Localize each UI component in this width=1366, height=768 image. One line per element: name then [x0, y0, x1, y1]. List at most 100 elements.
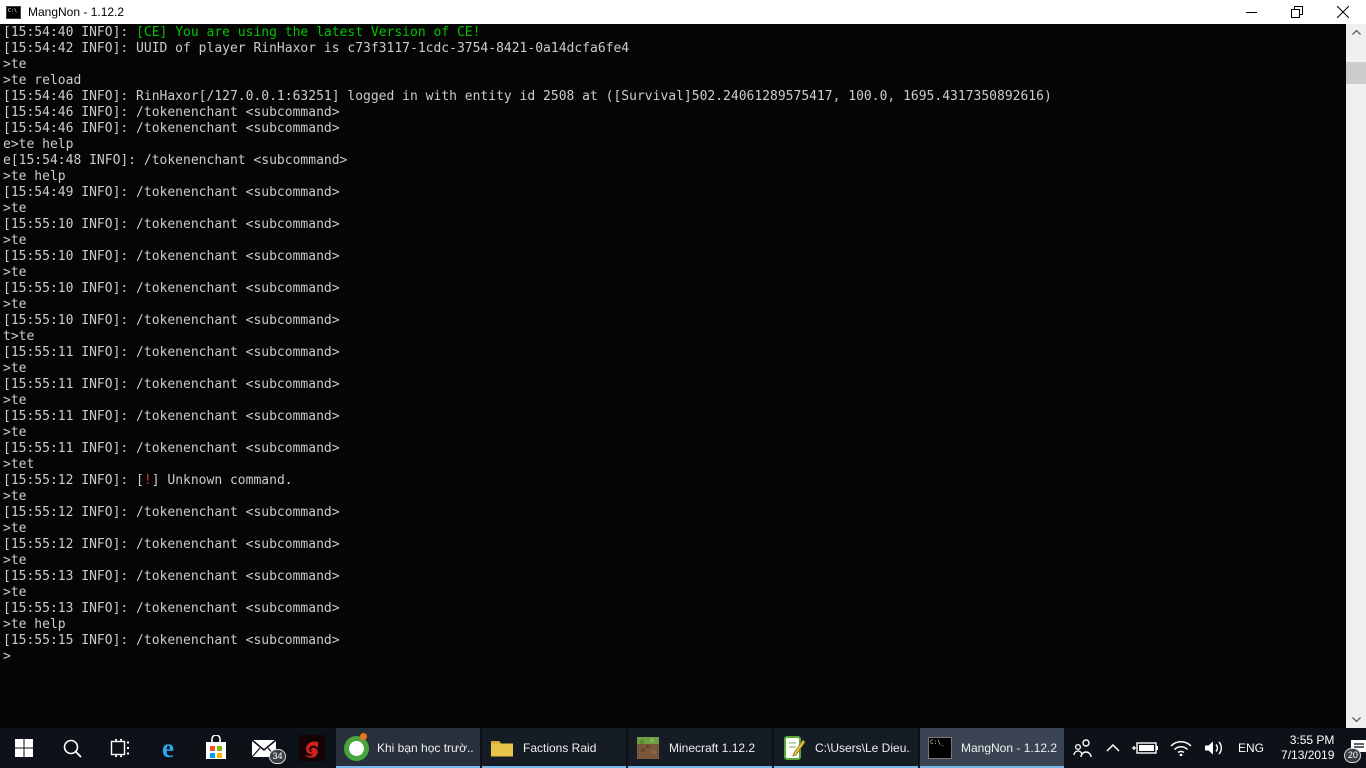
- scrollbar-thumb[interactable]: [1346, 62, 1366, 84]
- edge-button[interactable]: e: [144, 728, 192, 768]
- console-line: >te: [3, 521, 27, 536]
- chevron-up-icon: [1351, 30, 1361, 35]
- console-line: [15:55:11 INFO]: /tokenenchant <subcomma…: [3, 409, 340, 424]
- console-line: >te help: [3, 169, 66, 184]
- taskbar-app-minecraft[interactable]: Minecraft 1.12.2: [628, 728, 772, 768]
- taskbar-apps: Khi bạn học trườ... Factions Raid Minecraf…: [336, 728, 1066, 768]
- console-line: >te: [3, 297, 27, 312]
- console-line: [15:54:46 INFO]: /tokenenchant <subcomma…: [3, 121, 340, 136]
- console-line: >te: [3, 425, 27, 440]
- coccoc-browser-icon: [343, 735, 369, 761]
- console-line: t>te: [3, 329, 35, 344]
- console-line: [15:54:46 INFO]: RinHaxor[/127.0.0.1:632…: [3, 89, 1052, 104]
- chevron-up-icon: [1106, 744, 1120, 752]
- tray-overflow-button[interactable]: [1100, 728, 1126, 768]
- console-line: [15:55:12 INFO]: [!] Unknown command.: [3, 473, 293, 488]
- minecraft-icon: [637, 737, 659, 759]
- clock[interactable]: 3:55 PM 7/13/2019: [1272, 733, 1343, 763]
- start-button[interactable]: [0, 728, 48, 768]
- action-center-button[interactable]: 20: [1343, 728, 1366, 768]
- speaker-icon: [1205, 741, 1222, 755]
- console-line: e>te help: [3, 137, 74, 152]
- taskbar-app-label: Factions Raid: [523, 741, 597, 755]
- windows-logo-icon: [15, 739, 33, 757]
- taskbar-app-label: Minecraft 1.12.2: [669, 741, 756, 755]
- clock-time: 3:55 PM: [1289, 733, 1335, 747]
- console-line: e[15:54:48 INFO]: /tokenenchant <subcomm…: [3, 153, 348, 168]
- console-line: >te: [3, 489, 27, 504]
- console-line: >te: [3, 553, 27, 568]
- search-button[interactable]: [48, 728, 96, 768]
- console-line: [15:55:12 INFO]: /tokenenchant <subcomma…: [3, 505, 340, 520]
- task-view-button[interactable]: [96, 728, 144, 768]
- scroll-down-button[interactable]: [1346, 711, 1366, 728]
- volume-button[interactable]: [1198, 728, 1230, 768]
- language-indicator[interactable]: ENG: [1230, 728, 1272, 768]
- system-tray: ENG 3:55 PM 7/13/2019 20: [1066, 728, 1366, 768]
- store-button[interactable]: [192, 728, 240, 768]
- console-line: [15:54:49 INFO]: /tokenenchant <subcomma…: [3, 185, 340, 200]
- clock-date: 7/13/2019: [1281, 748, 1335, 762]
- console-line: [15:55:10 INFO]: /tokenenchant <subcomma…: [3, 281, 340, 296]
- console-line: >te: [3, 57, 27, 72]
- console-line: >te reload: [3, 73, 82, 88]
- garena-icon: [299, 735, 325, 761]
- taskbar-app-notepadpp[interactable]: C:\Users\Le Dieu...: [774, 728, 918, 768]
- console-line: >tet: [3, 457, 35, 472]
- battery-charging-icon: [1132, 742, 1158, 754]
- mail-button[interactable]: 34: [240, 728, 288, 768]
- taskbar: e 34 Khi bạn học trườ... Factions Raid Min…: [0, 728, 1366, 768]
- console-line: [15:55:11 INFO]: /tokenenchant <subcomma…: [3, 441, 340, 456]
- console-line: [15:55:15 INFO]: /tokenenchant <subcomma…: [3, 633, 340, 648]
- console-line: [15:55:12 INFO]: /tokenenchant <subcomma…: [3, 537, 340, 552]
- notification-badge: 20: [1344, 748, 1362, 763]
- console-line: [15:55:13 INFO]: /tokenenchant <subcomma…: [3, 601, 340, 616]
- console-window-icon: C:\: [6, 5, 21, 19]
- restore-icon: [1291, 6, 1303, 18]
- close-button[interactable]: [1320, 0, 1366, 24]
- store-icon: [206, 735, 226, 759]
- console-line: >: [3, 649, 11, 664]
- console-line: [15:55:10 INFO]: /tokenenchant <subcomma…: [3, 217, 340, 232]
- garena-button[interactable]: [288, 728, 336, 768]
- console-line: >te: [3, 265, 27, 280]
- window-title: MangNon - 1.12.2: [28, 5, 125, 19]
- console-line: >te: [3, 393, 27, 408]
- taskbar-app-label: C:\Users\Le Dieu...: [815, 741, 911, 755]
- wifi-icon: [1170, 741, 1192, 756]
- wifi-button[interactable]: [1164, 728, 1198, 768]
- close-icon: [1337, 6, 1349, 18]
- taskbar-app-console[interactable]: C:\_ MangNon - 1.12.2: [920, 728, 1064, 768]
- chevron-down-icon: [1351, 717, 1361, 722]
- console-scrollbar[interactable]: [1346, 24, 1366, 728]
- scroll-up-button[interactable]: [1346, 24, 1366, 41]
- console-line: >te: [3, 233, 27, 248]
- console-line: [15:54:46 INFO]: /tokenenchant <subcomma…: [3, 105, 340, 120]
- console-line: [15:54:42 INFO]: UUID of player RinHaxor…: [3, 41, 630, 56]
- console-line: [15:55:13 INFO]: /tokenenchant <subcomma…: [3, 569, 340, 584]
- task-view-icon: [110, 739, 129, 757]
- console-line: >te: [3, 201, 27, 216]
- minimize-button[interactable]: [1228, 0, 1274, 24]
- taskbar-app-folder[interactable]: Factions Raid: [482, 728, 626, 768]
- folder-icon: [491, 741, 513, 757]
- taskbar-app-coccoc[interactable]: Khi bạn học trườ...: [336, 728, 480, 768]
- console-line: [15:55:11 INFO]: /tokenenchant <subcomma…: [3, 345, 340, 360]
- minimize-icon: [1245, 11, 1257, 13]
- console-line: >te: [3, 585, 27, 600]
- console-line: [15:55:10 INFO]: /tokenenchant <subcomma…: [3, 313, 340, 328]
- console-window[interactable]: [15:54:40 INFO]: [CE] You are using the …: [0, 24, 1366, 728]
- taskbar-app-label: MangNon - 1.12.2: [961, 741, 1057, 755]
- console-line: [15:54:40 INFO]: [CE] You are using the …: [3, 25, 481, 40]
- console-line: >te help: [3, 617, 66, 632]
- console-line: [15:55:11 INFO]: /tokenenchant <subcomma…: [3, 377, 340, 392]
- battery-button[interactable]: [1126, 728, 1164, 768]
- window-titlebar: C:\ MangNon - 1.12.2: [0, 0, 1366, 24]
- search-icon: [63, 739, 82, 758]
- restore-button[interactable]: [1274, 0, 1320, 24]
- console-icon: C:\_: [928, 737, 952, 759]
- edge-icon: e: [162, 732, 174, 763]
- taskbar-app-label: Khi bạn học trườ...: [377, 741, 473, 755]
- people-icon: [1073, 739, 1092, 758]
- people-button[interactable]: [1066, 728, 1100, 768]
